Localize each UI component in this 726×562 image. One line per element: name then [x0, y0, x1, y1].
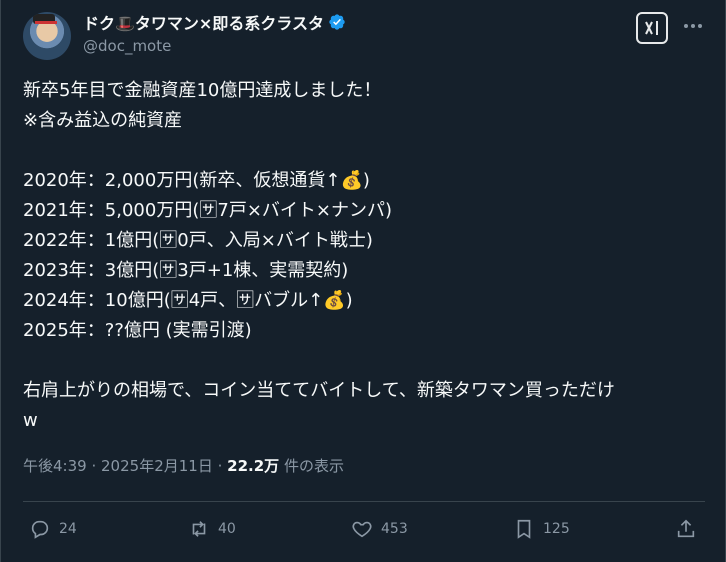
tweet-line: 2020年：2,000万円(新卒、仮想通貨↑💰) [23, 170, 370, 191]
share-icon [677, 519, 695, 538]
tweet-line: 2025年：??億円 (実需引渡) [23, 320, 252, 341]
retweet-icon [192, 521, 206, 537]
views-count[interactable]: 22.2万 [227, 457, 279, 475]
retweet-count: 40 [218, 521, 236, 537]
tweet-line: 2023年：3億円(🈂3戸+1棟、実需契約) [23, 260, 349, 281]
tweet-line: 右肩上がりの相場で、コイン当ててバイトして、新築タワマン買っただけ [23, 380, 615, 401]
bookmark-button[interactable]: 125 [513, 508, 570, 550]
reply-button[interactable]: 24 [29, 508, 77, 550]
meta-separator: · [91, 457, 102, 475]
tweet-line: w [23, 410, 38, 431]
tweet-date[interactable]: 2025年2月11日 [101, 457, 213, 475]
tweet-line: 2024年：10億円(🈂4戸、🈂バブル↑💰) [23, 290, 353, 311]
author-name-row: ドク🎩タワマン×即る系クラスタ [83, 11, 346, 33]
tweet-time[interactable]: 午後4:39 [23, 457, 87, 475]
action-bar: 24 40 453 125 [23, 508, 705, 550]
reply-icon [31, 520, 49, 539]
verified-badge-icon [329, 14, 345, 30]
tweet-line: ※含み益込の純資産 [23, 110, 183, 131]
bookmark-icon [517, 519, 531, 539]
tweet-text: 新卒5年目で金融資産10億円達成しました！ ※含み益込の純資産 2020年：2,… [23, 76, 713, 436]
avatar-hat-band [35, 21, 57, 24]
bookmark-count: 125 [543, 521, 570, 537]
like-button[interactable]: 453 [351, 508, 408, 550]
more-button[interactable] [681, 14, 705, 38]
tweet-meta: 午後4:39 · 2025年2月11日 · 22.2万 件の表示 [23, 455, 344, 476]
tweet-line: 新卒5年目で金融資産10億円達成しました！ [23, 80, 382, 101]
more-icon [684, 24, 702, 28]
tweet-line: 2022年：1億円(🈂0戸、入局×バイト戦士) [23, 230, 373, 251]
retweet-button[interactable]: 40 [188, 508, 236, 550]
heart-icon [352, 521, 372, 538]
grok-button[interactable] [636, 12, 668, 44]
tweet: ドク🎩タワマン×即る系クラスタ @doc_mote 新卒5年目で金融資産10億円… [0, 0, 726, 562]
share-button[interactable] [675, 508, 697, 550]
views-label: 件の表示 [283, 457, 344, 475]
tweet-line: 2021年：5,000万円(🈂7戸×バイト×ナンパ) [23, 200, 392, 221]
reply-count: 24 [59, 521, 77, 537]
grok-icon [645, 21, 658, 35]
author-handle[interactable]: @doc_mote [83, 37, 171, 55]
divider [23, 501, 705, 502]
like-count: 453 [381, 521, 408, 537]
author-display-name[interactable]: ドク🎩タワマン×即る系クラスタ [83, 10, 324, 34]
meta-separator: · [217, 457, 228, 475]
avatar[interactable] [23, 12, 71, 60]
